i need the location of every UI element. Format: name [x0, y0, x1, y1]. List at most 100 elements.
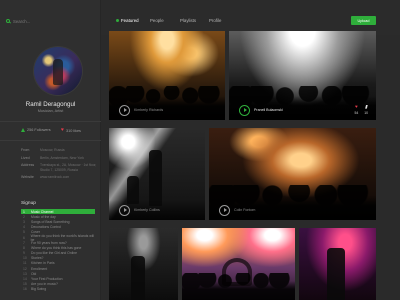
- track-number: 4: [23, 225, 25, 230]
- track-title: Old: [31, 271, 37, 276]
- bookmark-count: 10: [364, 111, 368, 115]
- bookmark-icon: ▮: [364, 104, 368, 110]
- track-title: Decorations Control: [31, 225, 61, 230]
- info-value: Berlin, Amsterdam, New York: [40, 155, 84, 160]
- play-icon[interactable]: [239, 104, 250, 116]
- tab-people[interactable]: People: [150, 18, 164, 23]
- tab-playlists[interactable]: Playlists: [180, 18, 196, 23]
- likes-stat[interactable]: ♥ 310 likes: [61, 128, 81, 133]
- track-title: Do you like the Girl and Online: [31, 251, 77, 256]
- tab-label: Profile: [209, 18, 222, 23]
- tab-label: Playlists: [180, 18, 197, 23]
- heart-icon: ♥: [354, 104, 358, 110]
- play-icon[interactable]: [219, 204, 230, 216]
- profile-info: From Moscow, Russia Lived Berlin, Amster…: [21, 148, 97, 183]
- track-title: Stories?: [31, 256, 44, 261]
- info-key: Website: [21, 175, 34, 180]
- tab-label: Featured: [121, 18, 139, 23]
- search-icon: [6, 19, 10, 23]
- website-link[interactable]: www.ramilrock.com: [40, 175, 97, 180]
- divider: [0, 121, 101, 122]
- media-tile[interactable]: [299, 228, 376, 300]
- track-item[interactable]: 16 Big Swing: [21, 287, 95, 292]
- track-title: Your First Production: [31, 277, 63, 282]
- info-key: Lived: [21, 155, 30, 160]
- track-number: 16: [23, 287, 27, 292]
- info-key: Address: [21, 163, 35, 168]
- upload-button[interactable]: Upload: [351, 16, 376, 25]
- like-stat[interactable]: ♥ 54: [354, 105, 358, 115]
- track-title: Music Channel: [31, 209, 54, 214]
- track-number: 12: [23, 266, 27, 271]
- info-value: Moscow, Russia: [40, 148, 65, 152]
- info-row-website: Website www.ramilrock.com: [21, 175, 97, 180]
- track-number: 8: [23, 245, 25, 250]
- play-icon[interactable]: [119, 204, 130, 216]
- tile-caption: Pranell Bulaomski: [254, 108, 283, 112]
- media-tile[interactable]: [182, 228, 295, 300]
- track-number: 10: [23, 256, 27, 261]
- track-title: For 90 years from now?: [31, 240, 67, 245]
- track-title: Enrollment: [31, 266, 48, 271]
- signup-heading: Signup: [21, 201, 36, 206]
- tile-caption-bar: Kimberly Richards: [109, 100, 225, 120]
- tile-image: [131, 256, 145, 300]
- search-bar[interactable]: Search...: [6, 17, 94, 25]
- tile-caption: Colin Fontom: [234, 208, 256, 212]
- tab-featured[interactable]: Featured: [116, 18, 139, 23]
- bookmark-stat[interactable]: ▮ 10: [364, 105, 368, 115]
- track-number: 1: [23, 209, 25, 214]
- active-dot-icon: [116, 19, 119, 23]
- media-tile[interactable]: Kimberly Richards: [109, 31, 225, 120]
- avatar: [34, 47, 82, 95]
- track-title: Songs of Beat Something: [31, 219, 70, 224]
- profile-role: Musician, Artist: [37, 109, 64, 113]
- info-row-address: Address Tverskaya st., 2A, Moscow · 1st …: [21, 163, 97, 172]
- info-row-lived: Lived Berlin, Amsterdam, New York: [21, 156, 97, 161]
- like-count: 54: [354, 111, 359, 115]
- info-row-from: From Moscow, Russia: [21, 148, 97, 153]
- tab-label: People: [150, 18, 164, 23]
- play-icon[interactable]: [119, 104, 130, 116]
- media-tile[interactable]: Kimberly Collins: [109, 128, 205, 220]
- top-nav: Featured People Playlists Profile Upload: [101, 0, 400, 35]
- media-tile[interactable]: Pranell Bulaomski ♥ 54 ▮ 10: [229, 31, 376, 120]
- followers-icon: [21, 128, 25, 132]
- tile-meta: ♥ 54 ▮ 10: [354, 105, 368, 115]
- media-tile[interactable]: Colin Fontom: [209, 128, 376, 220]
- divider: [0, 140, 101, 141]
- track-number: 14: [23, 277, 27, 282]
- tile-image: [327, 248, 345, 300]
- tile-image: [149, 150, 162, 206]
- profile-name: Ramil Deragongul: [25, 101, 76, 108]
- tile-caption-bar: Kimberly Collins: [109, 200, 205, 220]
- track-title: Kitchen in Paris: [31, 261, 55, 266]
- track-number: 3: [23, 219, 25, 224]
- track-number: 7: [23, 240, 25, 245]
- track-list: 1 Music Channel 2 Music of the day 3 Songs of…: [21, 209, 95, 292]
- media-tile[interactable]: [109, 228, 178, 300]
- track-number: 9: [23, 251, 25, 256]
- track-title: Big Swing: [31, 287, 47, 292]
- tile-caption: Kimberly Richards: [134, 108, 164, 112]
- info-key: From: [21, 148, 30, 152]
- track-title: Are you in music?: [31, 282, 58, 287]
- track-number: 15: [23, 282, 27, 287]
- tile-image: [182, 272, 295, 300]
- sidebar: Search... Ramil Deragongul Musician, Art…: [0, 0, 101, 300]
- track-number: 6: [23, 235, 25, 240]
- info-value: Tverskaya st., 2A, Moscow · 1st floor, S…: [40, 163, 97, 172]
- search-input[interactable]: Search...: [13, 19, 30, 24]
- followers-count: 256 Followers: [27, 128, 51, 132]
- track-title: Where do you think this has gone: [31, 245, 82, 250]
- tab-profile[interactable]: Profile: [209, 18, 221, 23]
- track-item[interactable]: 6 Where do you think the world's islands …: [21, 234, 95, 242]
- tile-caption-bar: Colin Fontom: [209, 200, 376, 220]
- track-number: 13: [23, 271, 27, 276]
- track-title: Music of the day: [31, 214, 56, 219]
- heart-icon: ♥: [61, 127, 64, 133]
- track-number: 11: [23, 261, 27, 266]
- likes-count: 310 likes: [65, 128, 81, 133]
- track-number: 2: [23, 214, 25, 219]
- followers-stat[interactable]: 256 Followers: [21, 128, 51, 132]
